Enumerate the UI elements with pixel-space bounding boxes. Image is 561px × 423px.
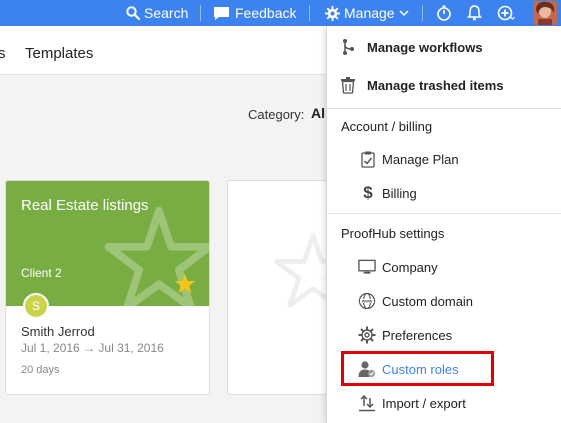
project-start-date: Jul 1, 2016	[21, 341, 80, 355]
gear-icon	[325, 5, 340, 21]
dollar-icon: $	[363, 183, 373, 202]
plan-icon	[359, 150, 377, 168]
topbar-divider	[309, 5, 310, 21]
menu-item-manage-workflows[interactable]: Manage workflows	[327, 32, 561, 62]
menu-item-preferences[interactable]: Preferences	[327, 320, 561, 350]
custom-roles-highlight	[341, 351, 494, 386]
menu-label: Import / export	[382, 395, 466, 411]
workflow-icon	[339, 38, 357, 56]
menu-item-import-export[interactable]: Import / export	[327, 388, 561, 418]
new-project-card[interactable]	[227, 180, 327, 395]
category-filter-label: Category:	[248, 107, 305, 122]
menu-label: Manage workflows	[367, 39, 483, 55]
menu-label: Custom domain	[382, 293, 474, 309]
topbar-divider	[200, 5, 201, 21]
project-card[interactable]: Real Estate listings Client 2 S Smith Je…	[5, 180, 210, 395]
add-icon	[497, 5, 515, 21]
project-date-range: Jul 1, 2016 → Jul 31, 2016	[21, 341, 164, 355]
manage-label: Manage	[344, 5, 395, 21]
timer-button[interactable]	[436, 0, 452, 26]
bell-icon	[467, 5, 482, 21]
search-button[interactable]: Search	[126, 0, 188, 26]
project-card-header: Real Estate listings Client 2	[6, 181, 209, 306]
menu-section-proofhub-settings: ProofHub settings	[341, 226, 445, 241]
menu-label: Manage Plan	[382, 151, 459, 167]
notifications-button[interactable]	[467, 0, 482, 26]
timer-icon	[436, 5, 452, 21]
manage-button[interactable]: Manage	[325, 0, 409, 26]
user-avatar[interactable]	[533, 1, 557, 25]
top-bar: Search Feedback Manage	[0, 0, 561, 26]
search-icon	[126, 6, 140, 20]
feedback-label: Feedback	[235, 5, 297, 21]
menu-label: Billing	[382, 185, 417, 201]
menu-item-company[interactable]: Company	[327, 252, 561, 282]
feedback-button[interactable]: Feedback	[213, 0, 296, 26]
tab-templates[interactable]: Templates	[25, 45, 93, 62]
feedback-icon	[213, 6, 230, 21]
menu-label: Preferences	[382, 327, 453, 343]
menu-label: Manage trashed items	[367, 77, 504, 93]
project-owner: Smith Jerrod	[21, 324, 95, 339]
menu-item-manage-trashed[interactable]: Manage trashed items	[327, 70, 561, 100]
import-export-icon	[358, 394, 376, 412]
menu-divider	[327, 213, 561, 214]
owner-avatar: S	[23, 293, 49, 319]
chevron-down-icon	[399, 9, 409, 17]
gear-icon	[358, 326, 376, 344]
project-title[interactable]: Real Estate listings	[21, 197, 149, 214]
project-duration: 20 days	[21, 364, 60, 376]
monitor-icon	[358, 258, 376, 276]
tab-projects[interactable]: s	[0, 45, 6, 62]
menu-item-billing[interactable]: $ Billing	[327, 178, 561, 208]
globe-icon: www	[358, 292, 376, 310]
owner-avatar-initial: S	[31, 299, 40, 313]
search-label: Search	[144, 5, 189, 21]
project-end-date: Jul 31, 2016	[98, 341, 164, 355]
menu-item-custom-domain[interactable]: www Custom domain	[327, 286, 561, 316]
quick-add-button[interactable]	[497, 0, 515, 26]
menu-section-account: Account / billing	[341, 119, 433, 134]
arrow-right-icon: →	[83, 341, 96, 355]
svg-text:www: www	[361, 299, 373, 304]
topbar-divider	[422, 5, 423, 21]
menu-item-manage-plan[interactable]: Manage Plan	[327, 144, 561, 174]
project-client: Client 2	[21, 266, 62, 280]
menu-divider	[327, 108, 561, 109]
favorite-star-icon[interactable]	[174, 273, 196, 299]
star-placeholder-icon	[273, 231, 326, 316]
trash-icon	[339, 76, 357, 94]
menu-label: Company	[382, 259, 438, 275]
